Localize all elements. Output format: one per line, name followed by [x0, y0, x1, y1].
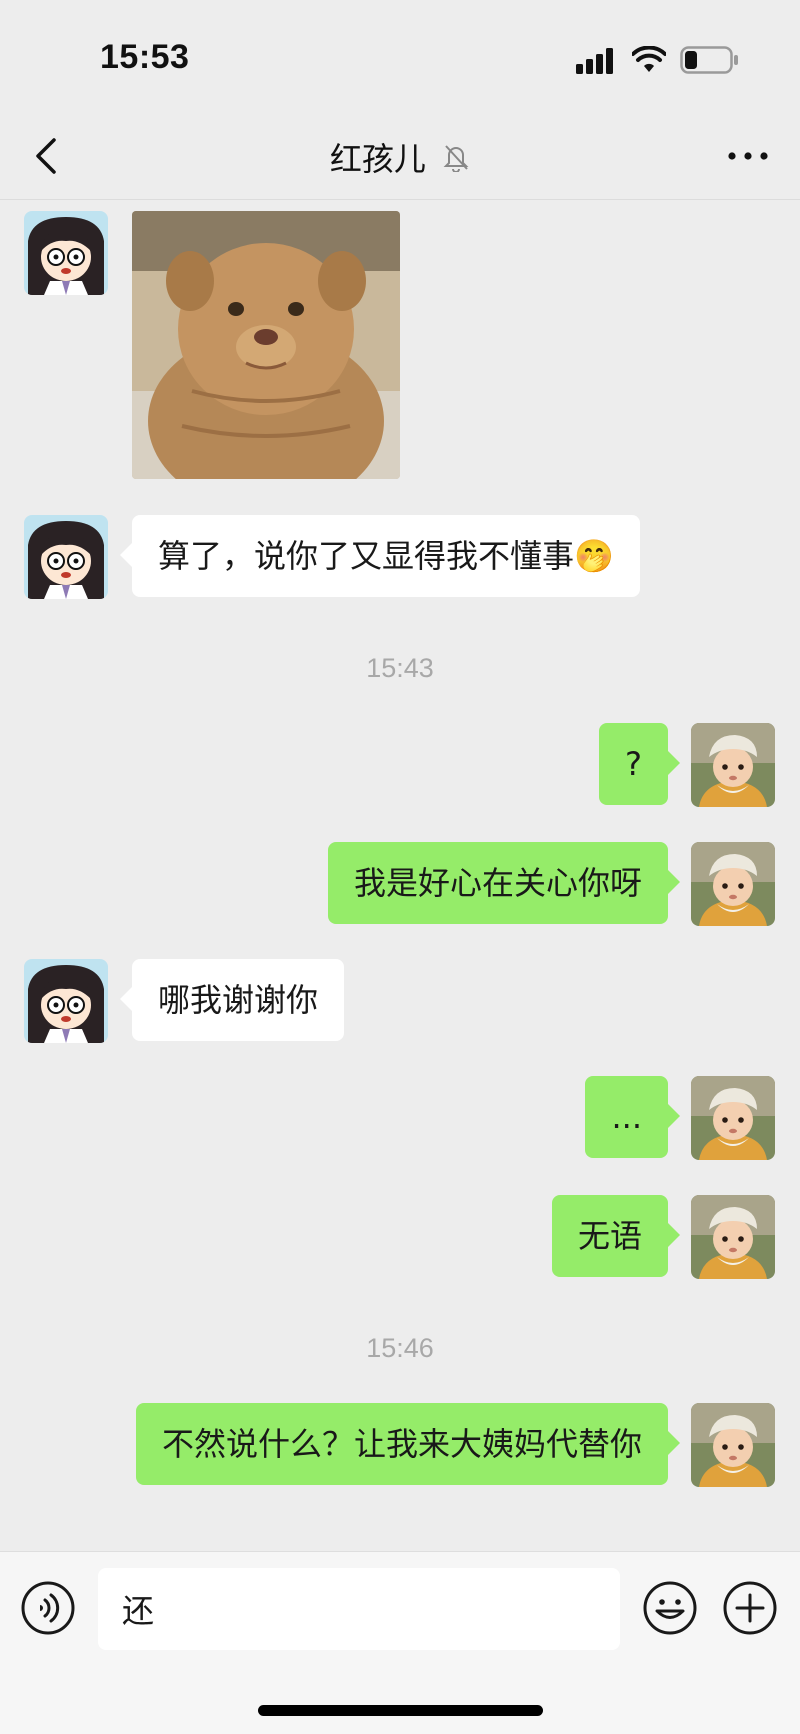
status-icons — [576, 44, 738, 74]
battery-icon — [680, 46, 738, 74]
cartoon-girl-avatar-icon — [24, 515, 108, 599]
my-avatar[interactable] — [691, 1076, 775, 1160]
my-avatar[interactable] — [691, 842, 775, 926]
cartoon-girl-avatar-icon — [24, 211, 108, 295]
cellular-signal-icon — [576, 48, 613, 74]
chat-title-wrap: 红孩儿 — [0, 134, 800, 180]
baby-avatar-icon — [691, 1195, 775, 1279]
baby-avatar-icon — [691, 723, 775, 807]
puppy-sticker-image[interactable] — [132, 211, 400, 479]
chat-area[interactable]: 算了，说你了又显得我不懂事🤭 15:43 ? 我是好心在关心你呀 哪我谢谢你 .… — [0, 201, 800, 1551]
voice-icon[interactable] — [20, 1580, 76, 1636]
contact-avatar[interactable] — [24, 211, 108, 295]
message-bubble-incoming[interactable]: 算了，说你了又显得我不懂事🤭 — [120, 515, 640, 597]
contact-avatar[interactable] — [24, 515, 108, 599]
message-bubble-outgoing[interactable]: 不然说什么？让我来大姨妈代替你 — [136, 1403, 680, 1485]
status-time: 15:53 — [100, 38, 190, 76]
emoji-icon[interactable] — [642, 1580, 698, 1636]
message-input[interactable] — [98, 1568, 620, 1650]
message-bubble-outgoing[interactable]: 无语 — [551, 1195, 681, 1277]
chat-header: 红孩儿 — [0, 110, 800, 200]
my-avatar[interactable] — [691, 723, 775, 807]
bell-off-icon — [443, 145, 469, 172]
my-avatar[interactable] — [691, 1195, 775, 1279]
chat-timestamp: 15:43 — [366, 653, 434, 683]
contact-avatar[interactable] — [24, 959, 108, 1043]
cartoon-girl-avatar-icon — [24, 959, 108, 1043]
message-bubble-incoming[interactable]: 哪我谢谢你 — [119, 959, 345, 1041]
input-bar — [0, 1551, 800, 1734]
chat-title: 红孩儿 — [329, 140, 426, 178]
puppy-sticker-image — [132, 211, 400, 479]
my-avatar[interactable] — [691, 1403, 775, 1487]
plus-icon[interactable] — [722, 1580, 778, 1636]
baby-avatar-icon — [691, 842, 775, 926]
baby-avatar-icon — [691, 1403, 775, 1487]
status-bar: 15:53 — [0, 0, 800, 110]
wifi-icon — [632, 46, 666, 72]
home-indicator — [258, 1705, 543, 1716]
chat-timestamp: 15:46 — [366, 1333, 434, 1363]
message-bubble-outgoing[interactable]: 我是好心在关心你呀 — [327, 842, 681, 924]
message-bubble-outgoing[interactable]: ... — [585, 1076, 680, 1158]
baby-avatar-icon — [691, 1076, 775, 1160]
more-dots-icon[interactable] — [726, 144, 770, 168]
message-bubble-outgoing[interactable]: ? — [599, 723, 680, 805]
